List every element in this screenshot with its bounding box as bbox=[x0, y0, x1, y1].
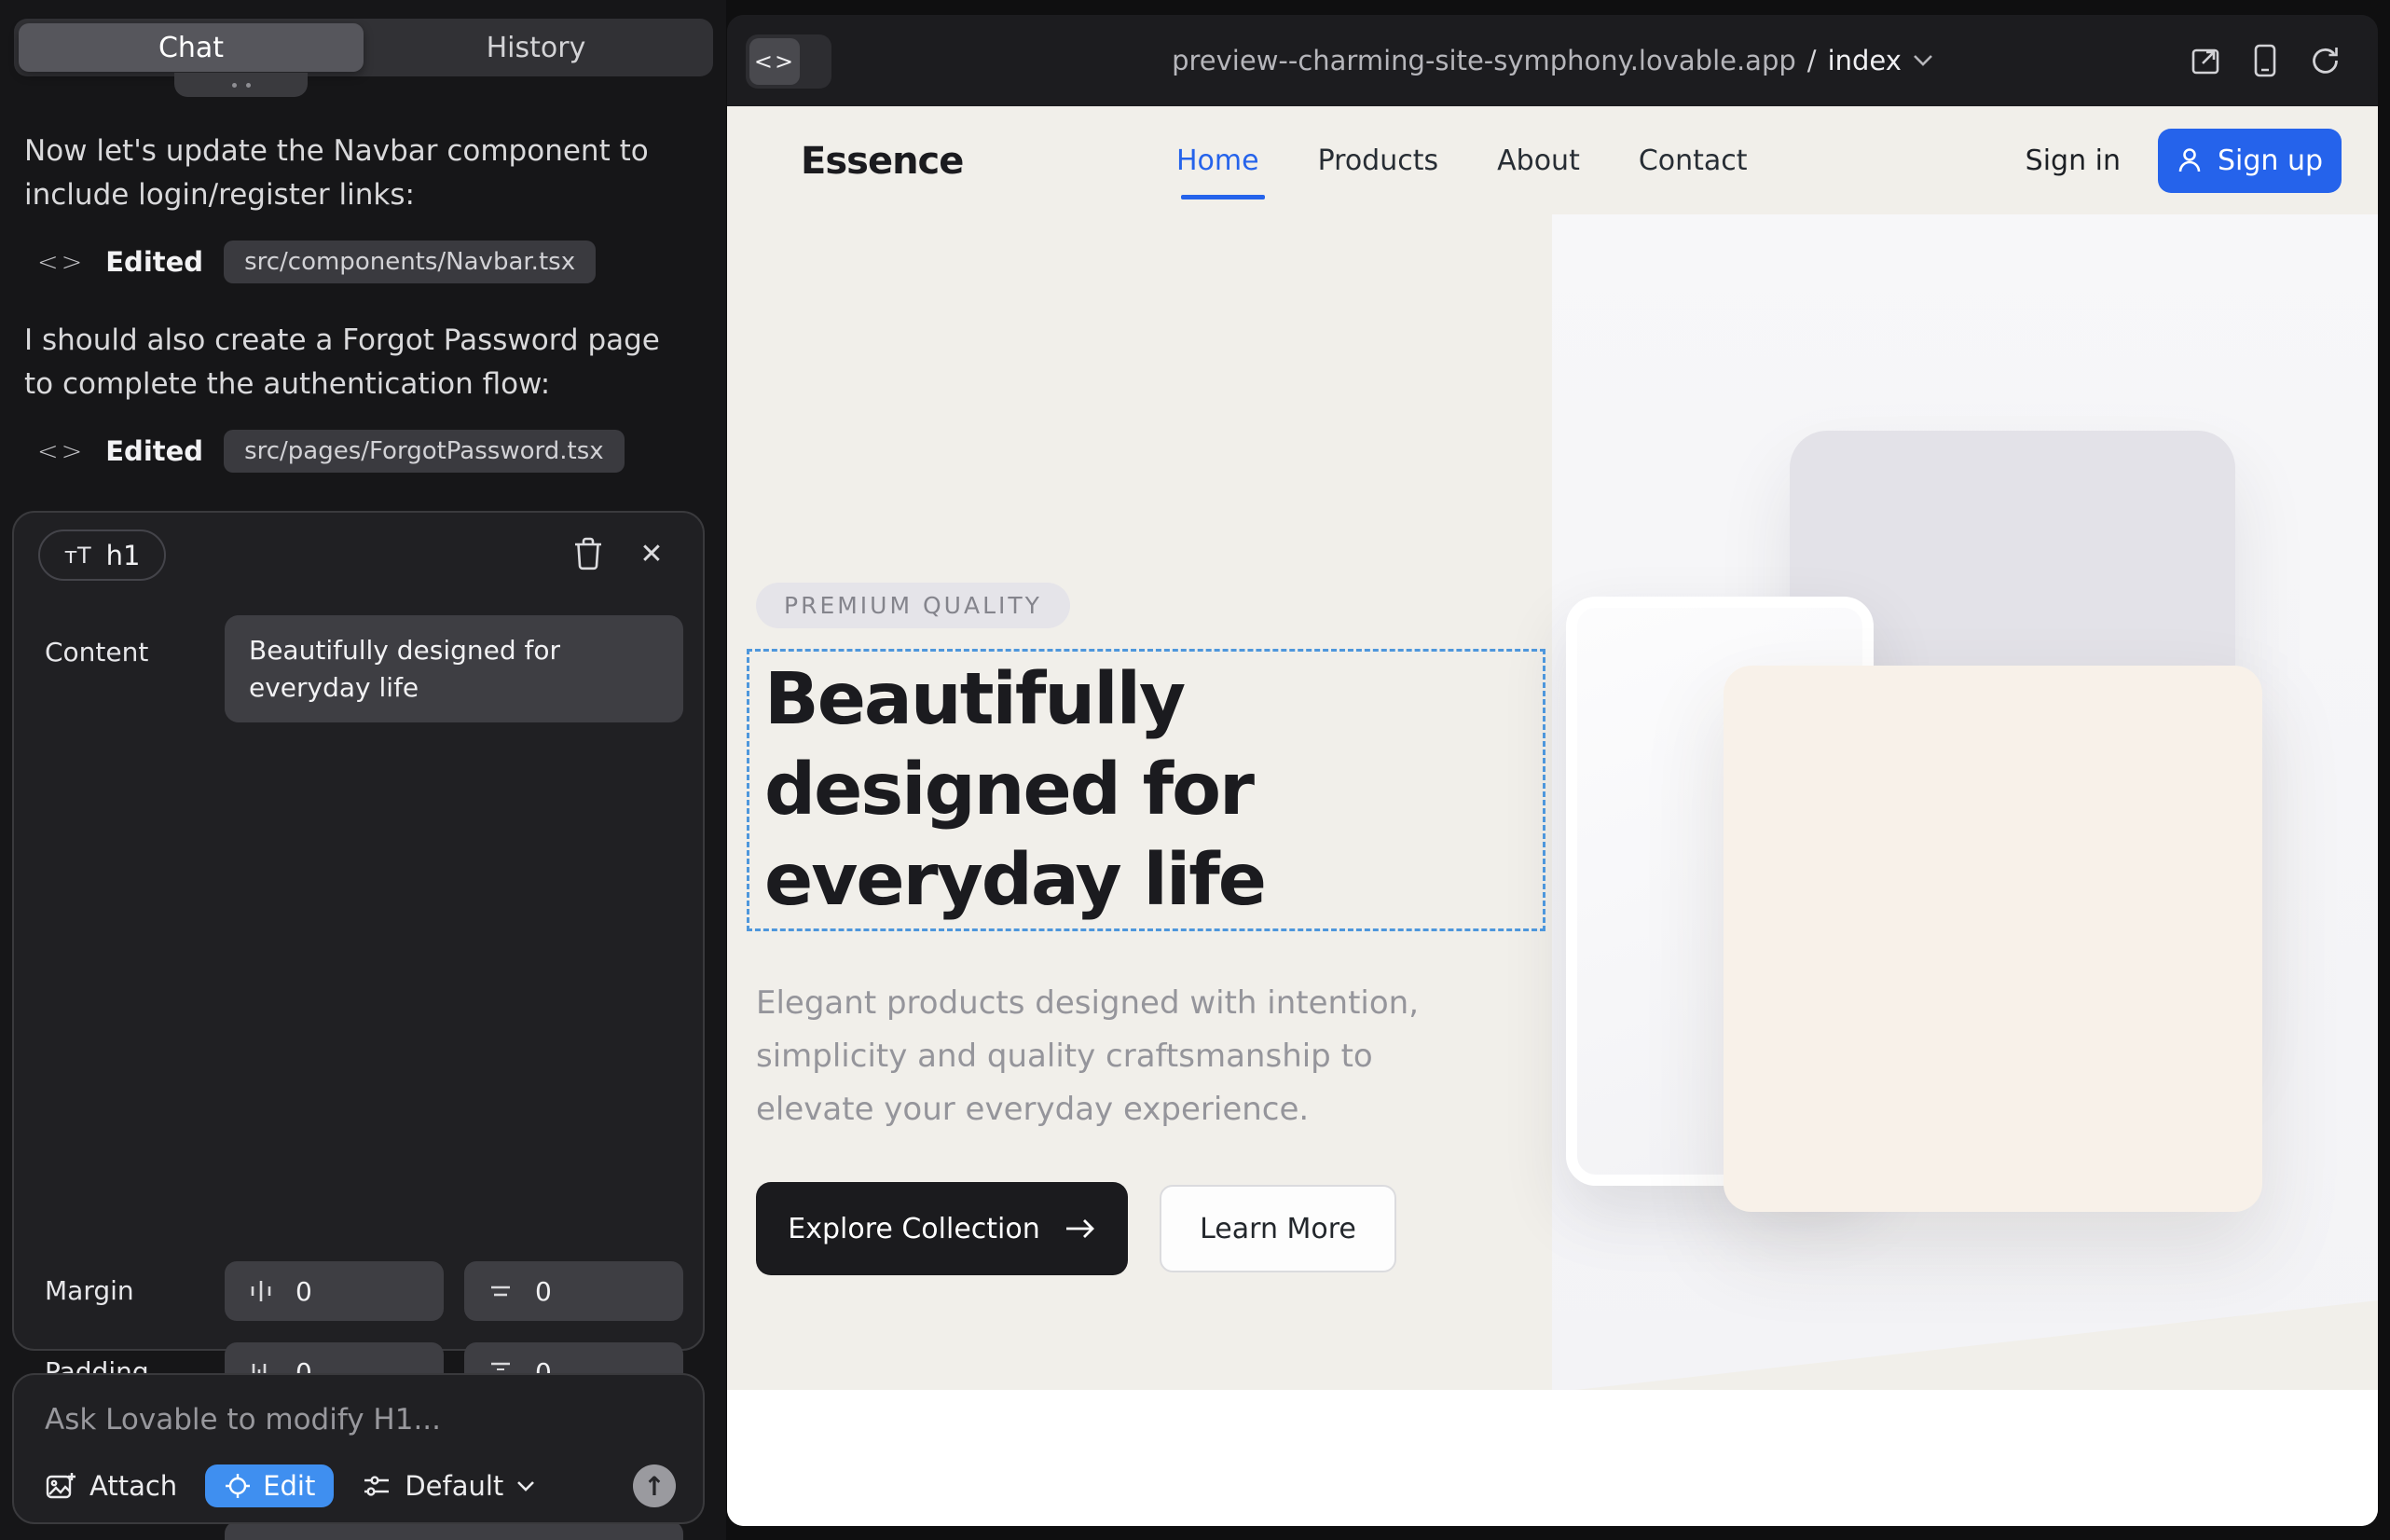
default-label: Default bbox=[405, 1470, 503, 1502]
site-navbar: Essence Home Products About Contact Sign… bbox=[727, 106, 2378, 214]
edit-mode-button[interactable]: Edit bbox=[205, 1464, 334, 1507]
edited-file-row[interactable]: <> Edited src/components/Navbar.tsx bbox=[37, 241, 596, 283]
typography-icon: тT bbox=[64, 543, 91, 569]
tab-chat[interactable]: Chat bbox=[19, 23, 364, 72]
hero-cta-row: Explore Collection Learn More bbox=[756, 1182, 1396, 1275]
content-input[interactable]: Beautifully designed for everyday life bbox=[225, 615, 683, 722]
paragraph-line: Elegant products designed with intention… bbox=[756, 977, 1419, 1030]
margin-x-icon bbox=[245, 1275, 277, 1307]
composer-toolbar: Attach Edit Default ↑ bbox=[45, 1464, 676, 1507]
file-path-badge[interactable]: src/components/Navbar.tsx bbox=[224, 241, 596, 283]
send-button[interactable]: ↑ bbox=[633, 1464, 676, 1507]
close-panel-button[interactable]: ✕ bbox=[631, 533, 672, 574]
auth-actions: Sign in Sign up bbox=[2026, 106, 2342, 214]
font-weight-label: Font weight bbox=[45, 1535, 198, 1540]
margin-y-icon bbox=[485, 1275, 516, 1307]
delete-element-button[interactable] bbox=[568, 533, 609, 574]
hero-section: PREMIUM QUALITY Beautifully designed for… bbox=[727, 214, 2378, 1390]
explore-collection-button[interactable]: Explore Collection bbox=[756, 1182, 1128, 1275]
edited-label: Edited bbox=[105, 246, 203, 278]
preview-browser-frame: <> preview--charming-site-symphony.lovab… bbox=[727, 15, 2378, 1526]
attach-image-icon bbox=[45, 1470, 76, 1502]
file-path-badge[interactable]: src/pages/ForgotPassword.tsx bbox=[224, 430, 625, 473]
hero-paragraph: Elegant products designed with intention… bbox=[756, 977, 1419, 1136]
nav-contact[interactable]: Contact bbox=[1639, 144, 1748, 177]
assistant-message: I should also create a Forgot Password p… bbox=[24, 319, 690, 406]
close-icon: ✕ bbox=[639, 538, 663, 571]
url-domain: preview--charming-site-symphony.lovable.… bbox=[1172, 45, 1796, 76]
nav-about[interactable]: About bbox=[1497, 144, 1580, 177]
hero-headline[interactable]: Beautifully designed for everyday life bbox=[764, 654, 1265, 926]
element-editor-panel: тT h1 ✕ Content Beautifully designed for… bbox=[12, 511, 705, 1351]
sign-up-button[interactable]: Sign up bbox=[2158, 129, 2342, 193]
headline-line: everyday life bbox=[764, 835, 1265, 926]
margin-x-input[interactable]: 0 bbox=[225, 1261, 444, 1321]
active-nav-underline bbox=[1181, 195, 1265, 199]
sign-in-link[interactable]: Sign in bbox=[2026, 144, 2121, 177]
content-field-label: Content bbox=[45, 637, 148, 667]
nav-home[interactable]: Home bbox=[1176, 144, 1259, 177]
site-logo[interactable]: Essence bbox=[801, 140, 963, 183]
composer-input[interactable]: Ask Lovable to modify H1... bbox=[45, 1403, 441, 1437]
selected-element-tag[interactable]: тT h1 bbox=[38, 529, 166, 581]
open-external-icon[interactable] bbox=[2190, 45, 2221, 76]
chat-history-tabs: Chat History bbox=[14, 19, 713, 76]
lovable-chat-panel: Chat History Now let's update the Navbar… bbox=[0, 0, 726, 1540]
sliders-icon bbox=[362, 1472, 391, 1500]
next-section-band bbox=[727, 1390, 2378, 1526]
tab-history[interactable]: History bbox=[364, 23, 708, 72]
url-separator: / bbox=[1807, 45, 1817, 76]
edit-label: Edit bbox=[263, 1470, 315, 1502]
paragraph-line: simplicity and quality craftsmanship to bbox=[756, 1030, 1419, 1083]
chevron-down-icon bbox=[1913, 54, 1933, 67]
margin-inputs: 0 0 bbox=[225, 1261, 683, 1321]
mobile-view-icon[interactable] bbox=[2253, 43, 2277, 78]
edited-file-row[interactable]: <> Edited src/pages/ForgotPassword.tsx bbox=[37, 430, 625, 473]
margin-field-label: Margin bbox=[45, 1275, 134, 1306]
learn-more-button[interactable]: Learn More bbox=[1160, 1185, 1396, 1272]
preview-topbar: <> preview--charming-site-symphony.lovab… bbox=[727, 15, 2378, 106]
code-brackets-icon: <> bbox=[37, 437, 85, 466]
headline-line: Beautifully bbox=[764, 654, 1265, 745]
premium-quality-badge: PREMIUM QUALITY bbox=[756, 583, 1070, 628]
edited-label: Edited bbox=[105, 435, 203, 467]
topbar-actions bbox=[2190, 15, 2341, 106]
code-brackets-icon: <> bbox=[37, 248, 85, 277]
url-page: index bbox=[1828, 45, 1902, 76]
scrolled-message-peek bbox=[174, 73, 308, 97]
margin-y-value: 0 bbox=[535, 1276, 552, 1307]
trash-icon bbox=[572, 536, 604, 571]
site-preview: Essence Home Products About Contact Sign… bbox=[727, 106, 2378, 1526]
font-weight-select[interactable]: Medium bbox=[225, 1521, 683, 1540]
attach-button[interactable]: Attach bbox=[45, 1470, 177, 1502]
sign-up-label: Sign up bbox=[2218, 144, 2323, 177]
arrow-right-icon bbox=[1065, 1217, 1096, 1240]
hero-visual-area bbox=[1552, 214, 2378, 1390]
margin-y-input[interactable]: 0 bbox=[464, 1261, 683, 1321]
tab-history-label: History bbox=[487, 32, 586, 64]
url-bar[interactable]: preview--charming-site-symphony.lovable.… bbox=[727, 15, 2378, 106]
attach-label: Attach bbox=[89, 1470, 177, 1502]
margin-x-value: 0 bbox=[295, 1276, 312, 1307]
decor-card-cream bbox=[1724, 666, 2262, 1212]
default-model-select[interactable]: Default bbox=[362, 1470, 535, 1502]
headline-line: designed for bbox=[764, 745, 1265, 835]
explore-collection-label: Explore Collection bbox=[788, 1213, 1040, 1245]
target-icon bbox=[224, 1472, 252, 1500]
learn-more-label: Learn More bbox=[1200, 1213, 1356, 1245]
refresh-icon[interactable] bbox=[2309, 45, 2341, 76]
font-weight-value: Medium bbox=[247, 1536, 351, 1540]
assistant-message: Now let's update the Navbar component to… bbox=[24, 130, 690, 217]
paragraph-line: elevate your everyday experience. bbox=[756, 1083, 1419, 1136]
nav-products[interactable]: Products bbox=[1318, 144, 1439, 177]
arrow-up-icon: ↑ bbox=[643, 1471, 665, 1502]
screen: Chat History Now let's update the Navbar… bbox=[0, 0, 2390, 1540]
tab-chat-label: Chat bbox=[158, 32, 224, 64]
user-icon bbox=[2177, 146, 2203, 174]
element-tag-label: h1 bbox=[106, 540, 141, 571]
chat-composer[interactable]: Ask Lovable to modify H1... Attach Edit bbox=[12, 1373, 705, 1524]
chevron-down-icon bbox=[516, 1480, 535, 1492]
